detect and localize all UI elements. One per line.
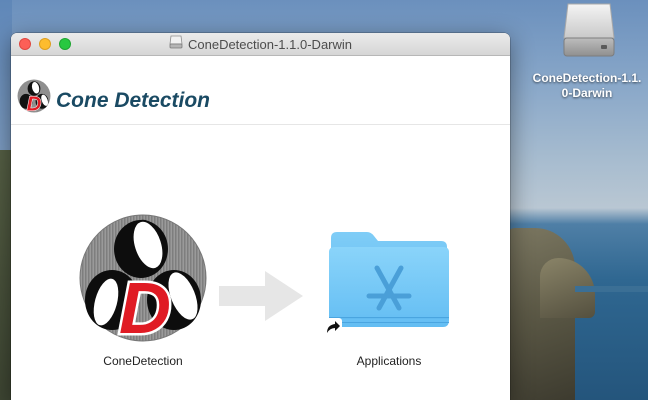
- arrow-right-icon: [219, 271, 303, 321]
- header-divider: [11, 124, 510, 125]
- window-title: ConeDetection-1.1.0-Darwin: [187, 36, 353, 52]
- svg-text:D: D: [27, 93, 42, 113]
- header-title: Cone Detection: [56, 89, 211, 112]
- applications-label: Applications: [356, 354, 422, 368]
- applications-folder-icon[interactable]: [327, 230, 451, 330]
- window-disk-icon: [169, 35, 183, 54]
- cone-detection-logo-icon: D: [17, 79, 51, 116]
- disk-label[interactable]: ConeDetection-1.1. 0-Darwin: [526, 71, 648, 101]
- installer-window: ConeDetection-1.1.0-Darwin D Cone Detect…: [11, 33, 510, 400]
- svg-text:D: D: [119, 269, 171, 342]
- window-content: D Cone Detection D ConeDetection Applica…: [11, 56, 510, 400]
- wallpaper-shore: [575, 286, 648, 292]
- cone-detection-app-icon[interactable]: D: [79, 214, 207, 352]
- title-bar[interactable]: ConeDetection-1.1.0-Darwin: [11, 33, 510, 56]
- disk-icon[interactable]: [560, 2, 618, 60]
- window-title-group: ConeDetection-1.1.0-Darwin: [11, 33, 510, 55]
- alias-arrow-icon: [323, 317, 343, 337]
- app-label: ConeDetection: [103, 354, 183, 368]
